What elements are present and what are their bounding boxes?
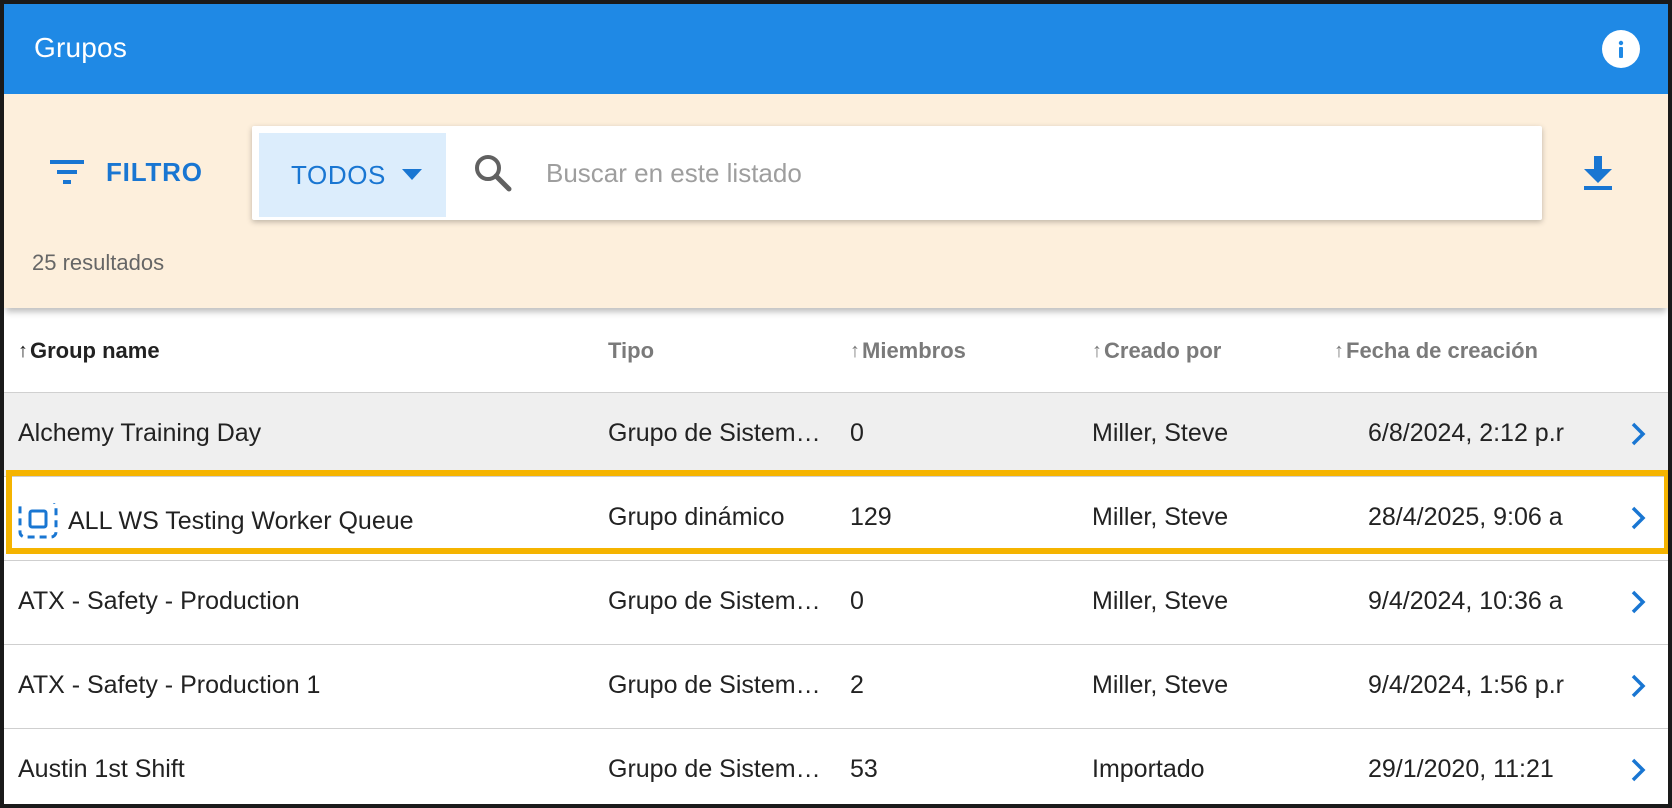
- sort-arrow-icon: ↑: [18, 339, 28, 362]
- column-header-group-name[interactable]: ↑ Group name: [18, 338, 160, 364]
- search-input[interactable]: [544, 146, 1508, 200]
- group-type: Grupo de Sistem…: [608, 419, 821, 447]
- column-header-type[interactable]: Tipo: [608, 338, 654, 364]
- group-name: Austin 1st Shift: [18, 755, 185, 783]
- group-type: Grupo dinámico: [608, 503, 785, 531]
- app-frame: Grupos FILTRO TODOS Buscar en este lista…: [0, 0, 1672, 808]
- caret-down-icon: [401, 169, 422, 180]
- dynamic-group-icon: [18, 503, 58, 539]
- group-creator: Miller, Steve: [1092, 503, 1229, 531]
- group-date: 9/4/2024, 1:56 p.r: [1368, 671, 1564, 699]
- group-type: Grupo de Sistem…: [608, 587, 821, 615]
- results-count: 25 resultados: [32, 250, 165, 275]
- group-name: ALL WS Testing Worker Queue: [68, 506, 414, 535]
- group-name: Alchemy Training Day: [18, 419, 262, 447]
- group-date: 6/8/2024, 2:12 p.r: [1368, 419, 1564, 447]
- app-header: Grupos: [4, 4, 1668, 94]
- group-date: 28/4/2025, 9:06 a: [1368, 503, 1563, 531]
- group-members: 129: [850, 503, 892, 531]
- chevron-right-icon[interactable]: [1630, 673, 1646, 699]
- scope-dropdown-value: TODOS: [291, 159, 386, 190]
- filter-label: FILTRO: [106, 156, 203, 187]
- search-bar: TODOS: [252, 126, 1542, 220]
- group-creator: Miller, Steve: [1092, 419, 1229, 447]
- page-title: Grupos: [34, 32, 128, 63]
- filter-button[interactable]: FILTRO: [50, 152, 203, 192]
- group-creator: Miller, Steve: [1092, 671, 1229, 699]
- group-date: 29/1/2020, 11:21: [1368, 755, 1554, 783]
- groups-table: ↑ Group name Tipo ↑ Miembros ↑ Creado po…: [4, 308, 1668, 804]
- column-header-members[interactable]: ↑ Miembros: [850, 338, 966, 364]
- group-date: 9/4/2024, 10:36 a: [1368, 587, 1563, 615]
- table-row[interactable]: ATX - Safety - Production 1 Grupo de Sis…: [4, 645, 1668, 729]
- group-members: 0: [850, 419, 864, 447]
- group-name-cell: ALL WS Testing Worker Queue: [18, 503, 578, 539]
- table-header: ↑ Group name Tipo ↑ Miembros ↑ Creado po…: [4, 308, 1668, 393]
- scope-dropdown[interactable]: TODOS: [259, 133, 446, 217]
- table-row[interactable]: ATX - Safety - Production Grupo de Siste…: [4, 561, 1668, 645]
- group-type: Grupo de Sistem…: [608, 755, 821, 783]
- chevron-right-icon[interactable]: [1630, 505, 1646, 531]
- chevron-right-icon[interactable]: [1630, 421, 1646, 447]
- group-name: ATX - Safety - Production 1: [18, 671, 321, 699]
- table-row[interactable]: Austin 1st Shift Grupo de Sistem… 53 Imp…: [4, 729, 1668, 804]
- search-icon: [475, 155, 512, 192]
- filter-icon: [50, 160, 84, 184]
- column-header-date[interactable]: ↑ Fecha de creación: [1334, 338, 1538, 364]
- column-header-creator[interactable]: ↑ Creado por: [1092, 338, 1221, 364]
- filter-toolbar: FILTRO TODOS 25 resultados: [4, 94, 1668, 308]
- download-icon[interactable]: [1582, 156, 1614, 195]
- group-type: Grupo de Sistem…: [608, 671, 821, 699]
- info-icon[interactable]: [1602, 30, 1640, 68]
- group-members: 2: [850, 671, 864, 699]
- group-name: ATX - Safety - Production: [18, 587, 300, 615]
- sort-arrow-icon: ↑: [1334, 339, 1344, 362]
- group-creator: Importado: [1092, 755, 1205, 783]
- sort-arrow-icon: ↑: [1092, 339, 1102, 362]
- sort-arrow-icon: ↑: [850, 339, 860, 362]
- group-creator: Miller, Steve: [1092, 587, 1229, 615]
- table-row[interactable]: ALL WS Testing Worker Queue Grupo dinámi…: [4, 477, 1668, 561]
- group-members: 0: [850, 587, 864, 615]
- chevron-right-icon[interactable]: [1630, 757, 1646, 783]
- group-members: 53: [850, 755, 878, 783]
- table-row[interactable]: Alchemy Training Day Grupo de Sistem… 0 …: [4, 393, 1668, 477]
- chevron-right-icon[interactable]: [1630, 589, 1646, 615]
